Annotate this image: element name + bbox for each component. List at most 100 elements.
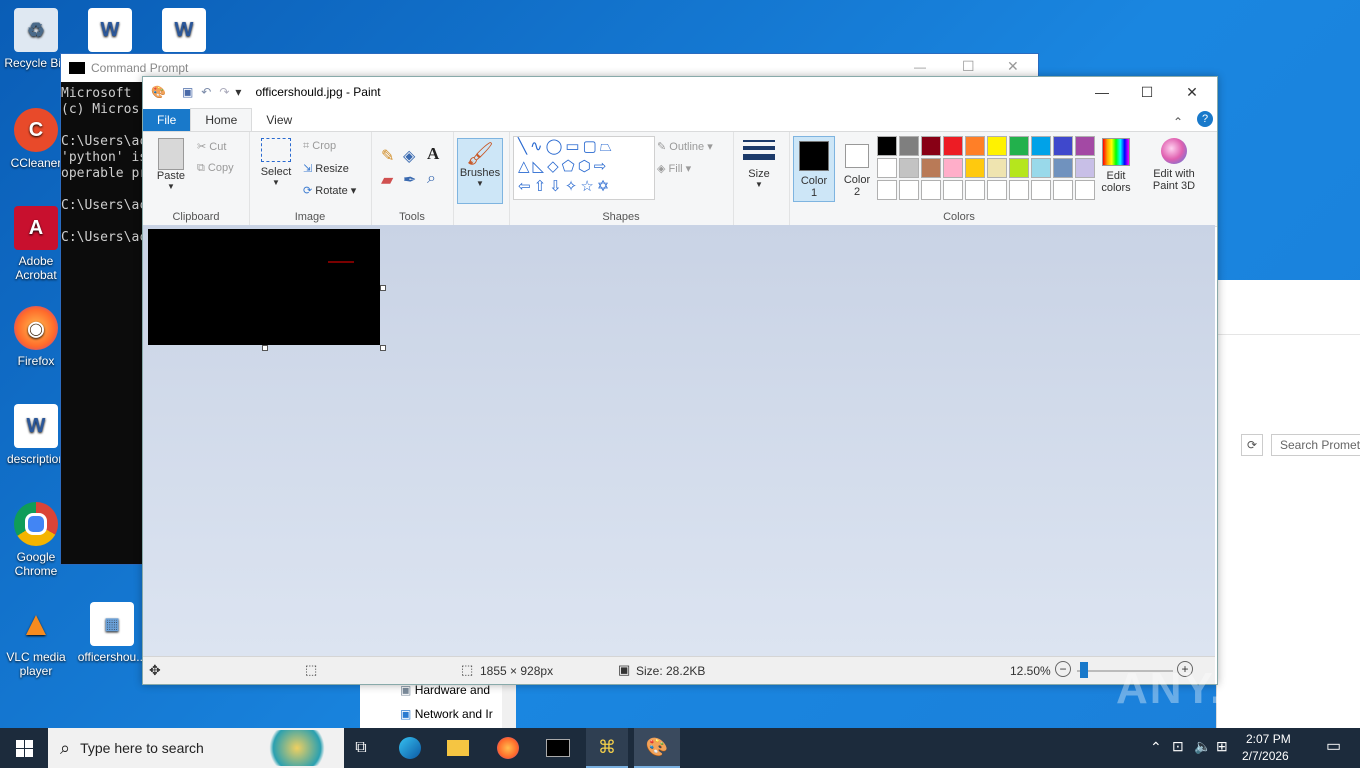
fill-button[interactable]: ◈ Fill ▾ xyxy=(657,162,691,175)
clock-date[interactable]: 2/7/2026 xyxy=(1242,749,1289,763)
paint-close-button[interactable]: ✕ xyxy=(1169,77,1215,107)
quick-access-dropdown-icon[interactable]: ▾ xyxy=(235,85,241,99)
palette-swatch[interactable] xyxy=(1075,136,1095,156)
palette-swatch[interactable] xyxy=(943,136,963,156)
paint-window[interactable]: 🎨 ▣ ↶ ↷ ▾ officershould.jpg - Paint — ☐ … xyxy=(142,76,1218,685)
help-icon[interactable]: ? xyxy=(1197,111,1213,127)
search-box[interactable]: Search Prometh xyxy=(1271,434,1360,456)
paste-button[interactable]: Paste ▼ xyxy=(153,138,189,191)
taskbar-edge[interactable] xyxy=(392,728,428,768)
rectangle-shape-icon[interactable]: ▭ xyxy=(565,138,582,155)
cmd-minimize-button[interactable]: — xyxy=(914,60,926,74)
taskbar-python[interactable]: ⌘ xyxy=(586,728,628,768)
triangle-shape-icon[interactable]: △ xyxy=(518,158,533,175)
eraser-tool[interactable]: ▰ xyxy=(381,170,393,190)
palette-swatch[interactable] xyxy=(899,136,919,156)
palette-swatch[interactable] xyxy=(943,158,963,178)
palette-swatch[interactable] xyxy=(1075,180,1095,200)
shapes-gallery[interactable]: ╲∿◯▭▢⏢ △◺◇⬠⬡⇨ ⇦⇧⇩✧☆✡ xyxy=(513,136,655,200)
oval-shape-icon[interactable]: ◯ xyxy=(546,138,566,155)
palette-swatch[interactable] xyxy=(1053,136,1073,156)
palette-swatch[interactable] xyxy=(1031,158,1051,178)
crop-button[interactable]: ⌗ Crop xyxy=(303,140,336,153)
palette-swatch[interactable] xyxy=(965,158,985,178)
color2-button[interactable]: Color 2 xyxy=(837,136,877,200)
network-item[interactable]: ▣ Network and Ir xyxy=(400,707,493,721)
palette-swatch[interactable] xyxy=(1053,158,1073,178)
line-shape-icon[interactable]: ╲ xyxy=(518,138,530,155)
left-arrow-shape-icon[interactable]: ⇦ xyxy=(518,178,534,195)
hexagon-shape-icon[interactable]: ⬡ xyxy=(578,158,594,175)
clock-time[interactable]: 2:07 PM xyxy=(1246,732,1291,746)
right-arrow-shape-icon[interactable]: ⇨ xyxy=(594,158,610,175)
fill-tool[interactable]: ◈ xyxy=(403,146,415,166)
palette-swatch[interactable] xyxy=(1009,158,1029,178)
palette-swatch[interactable] xyxy=(921,158,941,178)
palette-swatch[interactable] xyxy=(921,180,941,200)
hardware-item[interactable]: ▣ Hardware and xyxy=(400,683,490,697)
scrollbar[interactable] xyxy=(502,683,516,728)
edit-colors-button[interactable]: Edit colors xyxy=(1097,138,1135,194)
size-button[interactable]: Size ▼ xyxy=(741,138,777,189)
resize-handle-corner[interactable] xyxy=(380,345,386,351)
tab-home[interactable]: Home xyxy=(190,108,253,131)
collapse-ribbon-icon[interactable]: ⌃ xyxy=(1173,115,1183,129)
palette-swatch[interactable] xyxy=(987,180,1007,200)
palette-swatch[interactable] xyxy=(965,180,985,200)
six-point-star-shape-icon[interactable]: ✡ xyxy=(597,178,613,195)
taskbar-file-explorer[interactable] xyxy=(440,728,476,768)
volume-icon[interactable]: 🔈 xyxy=(1194,738,1211,755)
resize-button[interactable]: ⇲ Resize xyxy=(303,162,349,175)
palette-swatch[interactable] xyxy=(877,180,897,200)
taskbar-cmd[interactable] xyxy=(538,728,578,768)
palette-swatch[interactable] xyxy=(921,136,941,156)
save-icon[interactable]: ▣ xyxy=(182,85,193,99)
edit-with-paint3d-button[interactable]: Edit with Paint 3D xyxy=(1145,138,1203,192)
palette-swatch[interactable] xyxy=(1075,158,1095,178)
palette-swatch[interactable] xyxy=(943,180,963,200)
pentagon-shape-icon[interactable]: ⬠ xyxy=(562,158,578,175)
notification-icon[interactable]: ▭ xyxy=(1326,736,1341,756)
desktop-icon-officershould[interactable]: ▦ officershou... xyxy=(76,602,148,664)
palette-swatch[interactable] xyxy=(1031,180,1051,200)
tab-view[interactable]: View xyxy=(252,109,306,131)
right-triangle-shape-icon[interactable]: ◺ xyxy=(533,158,548,175)
input-icon[interactable]: ⊞ xyxy=(1216,738,1228,755)
zoom-slider-thumb[interactable] xyxy=(1080,662,1088,678)
taskbar-firefox[interactable] xyxy=(490,728,526,768)
canvas-area[interactable] xyxy=(143,225,1215,656)
refresh-button[interactable]: ⟳ xyxy=(1241,434,1263,456)
palette-swatch[interactable] xyxy=(1031,136,1051,156)
cut-button[interactable]: ✂ Cut xyxy=(197,140,226,153)
cmd-maximize-button[interactable]: ☐ xyxy=(962,58,975,75)
palette-swatch[interactable] xyxy=(987,158,1007,178)
magnifier-tool[interactable]: ⌕ xyxy=(427,170,436,188)
pencil-tool[interactable]: ✎ xyxy=(381,146,394,166)
palette-swatch[interactable] xyxy=(877,136,897,156)
network-icon[interactable]: ⊡ xyxy=(1172,738,1184,755)
brushes-button[interactable]: 🖌 Brushes ▼ xyxy=(457,138,503,204)
desktop-icon-word-doc-1[interactable]: W xyxy=(74,8,146,56)
desktop-icon-word-doc-2[interactable]: W xyxy=(148,8,220,56)
palette-swatch[interactable] xyxy=(965,136,985,156)
color1-button[interactable]: Color 1 xyxy=(793,136,835,202)
zoom-out-button[interactable]: − xyxy=(1055,661,1071,677)
diamond-shape-icon[interactable]: ◇ xyxy=(547,158,562,175)
copy-button[interactable]: ⧉ Copy xyxy=(197,162,234,175)
redo-icon[interactable]: ↷ xyxy=(219,85,229,99)
undo-icon[interactable]: ↶ xyxy=(201,85,211,99)
resize-handle-bottom[interactable] xyxy=(262,345,268,351)
five-point-star-shape-icon[interactable]: ☆ xyxy=(580,178,596,195)
palette-swatch[interactable] xyxy=(1009,136,1029,156)
palette-swatch[interactable] xyxy=(1053,180,1073,200)
taskbar-search-box[interactable]: ⌕ Type here to search xyxy=(48,728,344,768)
rotate-button[interactable]: ⟳ Rotate ▾ xyxy=(303,184,356,197)
paint-maximize-button[interactable]: ☐ xyxy=(1124,77,1170,107)
palette-swatch[interactable] xyxy=(877,158,897,178)
paint-titlebar[interactable]: 🎨 ▣ ↶ ↷ ▾ officershould.jpg - Paint — ☐ … xyxy=(143,77,1217,107)
resize-handle-right[interactable] xyxy=(380,285,386,291)
up-arrow-shape-icon[interactable]: ⇧ xyxy=(534,178,550,195)
canvas-image[interactable] xyxy=(148,229,380,345)
tab-file[interactable]: File xyxy=(143,109,191,131)
curve-shape-icon[interactable]: ∿ xyxy=(530,138,546,155)
